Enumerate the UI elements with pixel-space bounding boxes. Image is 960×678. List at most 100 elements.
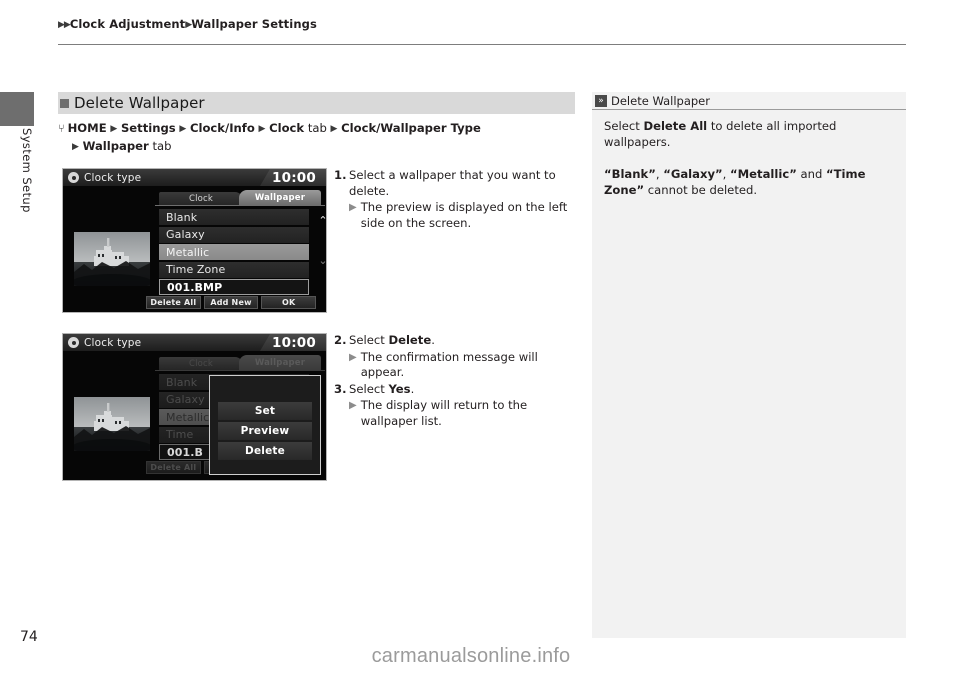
step-2-prefix: Select: [349, 333, 389, 347]
instruction-steps-group-2: 2. Select Delete. ▶ The confirmation mes…: [334, 333, 574, 429]
section-tab-marker: [0, 92, 34, 126]
list-item-galaxy[interactable]: Galaxy: [159, 226, 309, 243]
note-p2-metallic: “Metallic”: [730, 167, 797, 181]
step-2-text: Select Delete.: [349, 333, 574, 349]
section-heading: Delete Wallpaper: [58, 92, 575, 114]
list-item-time-zone[interactable]: Time Zone: [159, 261, 309, 278]
path-item-wallpaper-suffix: tab: [152, 139, 172, 153]
note-p2-galaxy: “Galaxy”: [663, 167, 723, 181]
device1-button-bar: Delete All Add New OK: [146, 296, 317, 309]
wallpaper-preview-thumbnail: [74, 232, 150, 286]
step-3-text: Select Yes.: [349, 382, 574, 398]
breadcrumb: ▶▶Clock Adjustment▶Wallpaper Settings: [58, 17, 317, 31]
navigation-path: ⑂ HOME ▶ Settings ▶ Clock/Info ▶ Clock ta…: [58, 120, 578, 155]
ok-button[interactable]: OK: [261, 296, 317, 309]
step-3-prefix: Select: [349, 381, 389, 396]
path-arrow-icon-2: ▶: [179, 124, 187, 134]
note-paragraph-2: “Blank”, “Galaxy”, “Metallic” and “Time …: [604, 166, 894, 198]
device1-tab-clock[interactable]: Clock: [159, 192, 243, 206]
note-p2-blank: “Blank”: [604, 167, 656, 181]
note-p2-and: and: [796, 167, 827, 181]
note-side-panel: » Delete Wallpaper Select Delete All to …: [592, 92, 906, 638]
wallpaper-context-menu: Set Preview Delete: [209, 375, 321, 475]
section-heading-text: Delete Wallpaper: [74, 94, 205, 112]
step-1-text: Select a wallpaper that you want to dele…: [349, 168, 556, 198]
step-2: 2. Select Delete.: [334, 333, 574, 349]
step-1-number: 1.: [334, 168, 347, 182]
step-2-bold: Delete: [388, 333, 432, 347]
device1-body: Clock Wallpaper Blank Galaxy Metallic Ti…: [63, 186, 326, 312]
watermark: carmanualsonline.info: [371, 645, 571, 667]
add-new-button[interactable]: Add New: [203, 296, 259, 309]
delete-all-button-2: Delete All: [146, 461, 201, 474]
device1-clock-wrap: 10:00: [260, 169, 326, 186]
list-item-001-bmp[interactable]: 001.BMP: [159, 279, 309, 295]
menu-item-set[interactable]: Set: [218, 402, 312, 420]
page-number: 74: [20, 629, 38, 645]
step-3-bold: Yes: [388, 381, 411, 396]
step-2-sub: ▶ The confirmation message will appear.: [349, 350, 574, 381]
step-1: 1. Select a wallpaper that you want to d…: [334, 168, 574, 199]
breadcrumb-item-clock-adjustment[interactable]: Clock Adjustment: [70, 17, 185, 31]
note-p2-sep-2: ,: [722, 167, 731, 181]
path-item-clock[interactable]: Clock: [269, 121, 304, 135]
device1-clock: 10:00: [272, 169, 316, 186]
list-item-metallic[interactable]: Metallic: [159, 244, 309, 260]
note-p2-tail: cannot be deleted.: [647, 183, 758, 197]
step-1-sub-text: The preview is displayed on the left sid…: [360, 200, 568, 230]
device1-tabs: Clock Wallpaper: [159, 190, 321, 206]
device2-titlebar: Clock type 10:00: [63, 334, 326, 351]
list-item-blank[interactable]: Blank: [159, 209, 309, 225]
path-arrow-icon-5: ▶: [72, 142, 79, 152]
scroll-down-icon[interactable]: ⌄: [313, 254, 326, 267]
step-3-suffix: .: [410, 381, 415, 396]
path-item-clock-suffix: tab: [307, 121, 327, 135]
note-p1-bold: Delete All: [643, 119, 708, 133]
device2-tab-clock[interactable]: Clock: [159, 357, 243, 371]
path-arrow-icon-3: ▶: [258, 124, 266, 134]
device1-title: Clock type: [84, 171, 142, 184]
menu-item-delete[interactable]: Delete: [218, 442, 312, 460]
note-paragraph-1: Select Delete All to delete all imported…: [604, 118, 894, 150]
device1-wallpaper-list: Blank Galaxy Metallic Time Zone 001.BMP: [159, 209, 309, 297]
bullet-square-icon: [60, 98, 69, 108]
path-arrow-icon-1: ▶: [110, 124, 118, 134]
page-root: ▶▶Clock Adjustment▶Wallpaper Settings Sy…: [0, 0, 960, 678]
menu-item-preview[interactable]: Preview: [218, 422, 312, 440]
device1-tab-wallpaper[interactable]: Wallpaper: [239, 190, 321, 206]
path-item-settings[interactable]: Settings: [121, 121, 176, 135]
screenshot-clock-type-context-menu: Clock type 10:00 Clock Wallpaper Blank G…: [62, 333, 327, 481]
scroll-up-icon[interactable]: ⌃: [313, 214, 326, 227]
step-2-number: 2.: [334, 333, 347, 347]
gear-icon-2: [68, 337, 79, 348]
sub-arrow-icon-1: ▶: [349, 202, 357, 213]
note-p1-prefix: Select: [604, 119, 644, 133]
device2-clock-wrap: 10:00: [260, 334, 326, 351]
instruction-steps-group-1: 1. Select a wallpaper that you want to d…: [334, 168, 574, 231]
sub-arrow-icon-3: ▶: [349, 400, 357, 411]
navigation-path-line2: ▶ Wallpaper tab: [72, 138, 578, 155]
path-item-clock-info[interactable]: Clock/Info: [190, 121, 255, 135]
path-arrow-icon-4: ▶: [330, 124, 338, 134]
device2-tab-wallpaper[interactable]: Wallpaper: [239, 355, 321, 371]
path-item-wallpaper[interactable]: Wallpaper: [83, 139, 149, 153]
step-3-sub-text: The display will return to the wallpaper…: [360, 398, 528, 428]
step-3-number: 3.: [334, 381, 347, 396]
note-panel-body: Select Delete All to delete all imported…: [592, 110, 906, 198]
screenshot-clock-type-wallpaper-list: Clock type 10:00 Clock Wallpaper Blank G…: [62, 168, 327, 313]
step-3-sub: ▶ The display will return to the wallpap…: [349, 398, 574, 429]
breadcrumb-item-wallpaper-settings[interactable]: Wallpaper Settings: [191, 17, 317, 31]
step-3: 3. Select Yes.: [334, 382, 574, 398]
header-divider: [58, 44, 906, 45]
device2-tab-underline: [155, 370, 325, 371]
note-panel-header: » Delete Wallpaper: [592, 92, 906, 110]
step-1-sub: ▶ The preview is displayed on the left s…: [349, 200, 574, 231]
note-panel-title: Delete Wallpaper: [611, 93, 710, 108]
path-item-clock-wallpaper-type[interactable]: Clock/Wallpaper Type: [341, 121, 481, 135]
device2-body: Clock Wallpaper Blank Galaxy Metallic Ti…: [63, 351, 326, 480]
path-item-home[interactable]: HOME: [68, 121, 107, 135]
castle-photo: [74, 232, 150, 286]
device1-titlebar: Clock type 10:00: [63, 169, 326, 186]
delete-all-button[interactable]: Delete All: [146, 296, 201, 309]
device1-tab-underline: [155, 205, 325, 206]
